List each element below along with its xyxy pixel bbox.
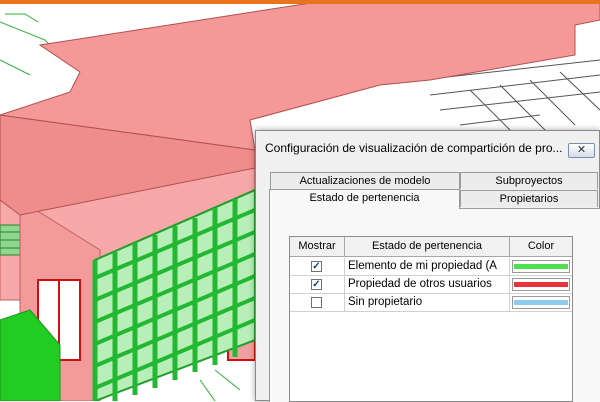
tab-model-updates[interactable]: Actualizaciones de modelo [270,172,460,189]
tab-subprojects[interactable]: Subproyectos [460,172,598,189]
show-cell [290,294,345,311]
status-label: Propiedad de otros usuarios [345,276,510,293]
show-cell: ✓ [290,258,345,275]
color-cell [510,258,572,275]
tab-ownership-status[interactable]: Estado de pertenencia [269,189,460,209]
show-cell: ✓ [290,276,345,293]
color-swatch[interactable] [512,278,570,291]
tab-owners[interactable]: Propietarios [460,190,598,207]
color-swatch[interactable] [512,260,570,273]
status-label: Elemento de mi propiedad (A [345,258,510,275]
sharing-display-settings-dialog: Configuración de visualización de compar… [255,130,600,402]
color-cell [510,276,572,293]
dialog-title: Configuración de visualización de compar… [265,141,563,155]
column-header-show[interactable]: Mostrar [290,237,345,257]
table-row-my-elements[interactable]: ✓ Elemento de mi propiedad (A [290,258,572,276]
status-label: Sin propietario [345,294,510,311]
close-button[interactable]: ✕ [568,143,595,158]
table-row-no-owner[interactable]: Sin propietario [290,294,572,312]
ownership-status-table: Mostrar Estado de pertenencia Color ✓ El… [289,236,573,402]
color-cell [510,294,572,311]
color-swatch[interactable] [512,296,570,309]
show-checkbox[interactable] [311,297,322,308]
column-header-status[interactable]: Estado de pertenencia [345,237,510,257]
top-accent-bar [0,0,600,4]
table-row-other-users[interactable]: ✓ Propiedad de otros usuarios [290,276,572,294]
column-header-color[interactable]: Color [510,237,572,257]
show-checkbox[interactable]: ✓ [311,279,322,290]
show-checkbox[interactable]: ✓ [311,261,322,272]
